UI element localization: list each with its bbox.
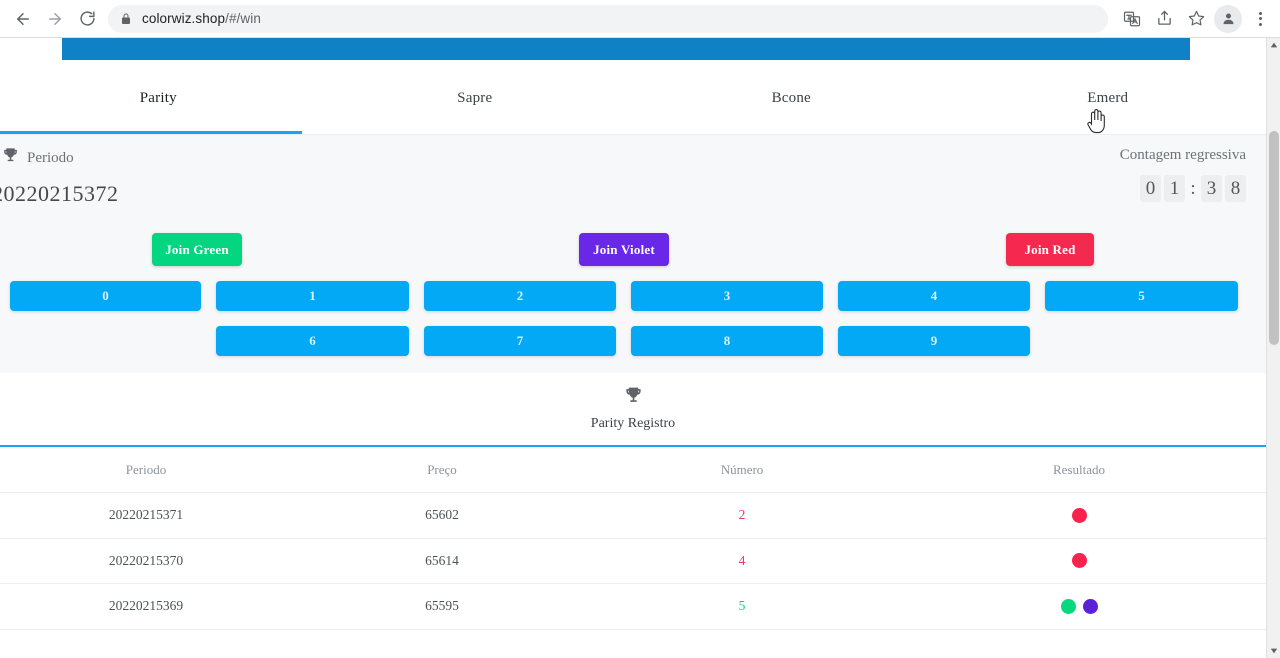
trophy-icon (2, 147, 19, 169)
scroll-down-arrow-icon[interactable] (1267, 644, 1280, 658)
cell-numero: 5 (738, 598, 746, 614)
result-dot-red (1071, 507, 1087, 523)
number-button-0[interactable]: 0 (10, 281, 201, 311)
column-header-periodo: Periodo (125, 461, 167, 477)
period-section: Periodo 20220215372 Contagem regressiva … (0, 135, 1266, 223)
share-icon[interactable] (1150, 5, 1178, 33)
scrollbar-thumb[interactable] (1269, 131, 1279, 345)
scroll-up-arrow-icon[interactable] (1267, 38, 1280, 52)
lock-icon (120, 13, 132, 25)
tab-bcone[interactable]: Bcone (633, 60, 950, 134)
column-header-preco: Preço (427, 461, 457, 477)
countdown-block: Contagem regressiva 0 1 : 3 8 (1120, 147, 1246, 202)
countdown-digit: 8 (1225, 175, 1246, 202)
countdown-digit: 3 (1201, 175, 1222, 202)
tab-label: Emerd (1087, 90, 1129, 106)
url-path: /#/win (225, 11, 261, 26)
period-number: 20220215372 (0, 181, 119, 206)
three-dot-menu-icon[interactable] (1246, 5, 1274, 33)
star-icon[interactable] (1182, 5, 1210, 33)
result-dot-green (1060, 598, 1076, 614)
registro-table: Periodo Preço Número Resultado 202202153… (0, 447, 1266, 630)
number-button-5[interactable]: 5 (1045, 281, 1238, 311)
navigation-buttons (0, 4, 102, 34)
number-button-9[interactable]: 9 (838, 326, 1030, 356)
back-arrow-icon[interactable] (8, 4, 38, 34)
period-info: Periodo 20220215372 (0, 147, 119, 207)
forward-arrow-icon[interactable] (40, 4, 70, 34)
page-viewport: Parity Sapre Bcone Emerd Periodo 2022021… (0, 38, 1280, 658)
result-dot-red (1071, 553, 1087, 569)
table-header-row: Periodo Preço Número Resultado (0, 447, 1266, 493)
url-domain: colorwiz.shop (142, 11, 226, 26)
cell-numero: 2 (738, 507, 746, 523)
join-buttons-row: Join Green Join Violet Join Red (0, 223, 1266, 277)
countdown-label: Contagem regressiva (1119, 147, 1246, 163)
tab-parity[interactable]: Parity (0, 60, 317, 134)
reload-icon[interactable] (72, 4, 102, 34)
trophy-icon (624, 386, 643, 410)
cell-periodo: 20220215369 (108, 598, 184, 614)
table-row: 20220215371 65602 2 (0, 493, 1266, 539)
game-tabs: Parity Sapre Bcone Emerd (0, 60, 1266, 135)
countdown-timer: 0 1 : 3 8 (1120, 175, 1246, 202)
tab-label: Sapre (457, 90, 493, 106)
cell-periodo: 20220215371 (108, 507, 184, 523)
period-label: Periodo (27, 149, 74, 166)
join-green-button[interactable]: Join Green (152, 233, 242, 266)
table-row: 20220215370 65614 4 (0, 538, 1266, 584)
table-row: 20220215369 65595 5 (0, 584, 1266, 630)
number-button-6[interactable]: 6 (216, 326, 409, 356)
number-button-7[interactable]: 7 (424, 326, 616, 356)
tab-sapre[interactable]: Sapre (317, 60, 634, 134)
countdown-digit: 1 (1164, 175, 1185, 202)
number-button-2[interactable]: 2 (424, 281, 616, 311)
profile-avatar-icon[interactable] (1214, 4, 1242, 33)
cell-numero: 4 (738, 552, 746, 568)
cell-preco: 65595 (425, 598, 459, 614)
registro-header: Parity Registro (0, 373, 1266, 447)
mouse-cursor (1086, 108, 1108, 141)
number-buttons-grid: 0 1 2 3 4 5 6 7 8 9 (0, 277, 1266, 373)
top-banner (62, 38, 1190, 60)
number-button-8[interactable]: 8 (631, 326, 823, 356)
result-dot-violet (1082, 598, 1098, 614)
countdown-colon: : (1190, 177, 1196, 199)
translate-icon[interactable] (1118, 5, 1146, 33)
number-button-1[interactable]: 1 (216, 281, 409, 311)
join-red-button[interactable]: Join Red (1006, 233, 1094, 266)
url-text: colorwiz.shop/#/win (142, 11, 261, 26)
number-button-3[interactable]: 3 (631, 281, 823, 311)
countdown-digit: 0 (1140, 175, 1161, 202)
registro-title: Parity Registro (590, 416, 676, 431)
number-button-4[interactable]: 4 (838, 281, 1030, 311)
join-violet-button[interactable]: Join Violet (579, 233, 669, 266)
column-header-resultado: Resultado (1053, 461, 1105, 477)
cell-resultado (892, 507, 1266, 523)
cell-periodo: 20220215370 (108, 552, 184, 568)
tab-label: Bcone (771, 90, 811, 106)
browser-toolbar: colorwiz.shop/#/win (0, 0, 1280, 38)
cell-preco: 65614 (425, 552, 459, 568)
period-label-row: Periodo (0, 147, 119, 169)
toolbar-icons (1118, 4, 1280, 33)
page-scrollbar[interactable] (1266, 38, 1280, 658)
cell-resultado (892, 553, 1266, 569)
cell-preco: 65602 (425, 507, 459, 523)
column-header-numero: Número (720, 461, 764, 477)
tab-label: Parity (139, 90, 177, 106)
address-bar[interactable]: colorwiz.shop/#/win (108, 4, 1108, 33)
cell-resultado (892, 598, 1266, 614)
